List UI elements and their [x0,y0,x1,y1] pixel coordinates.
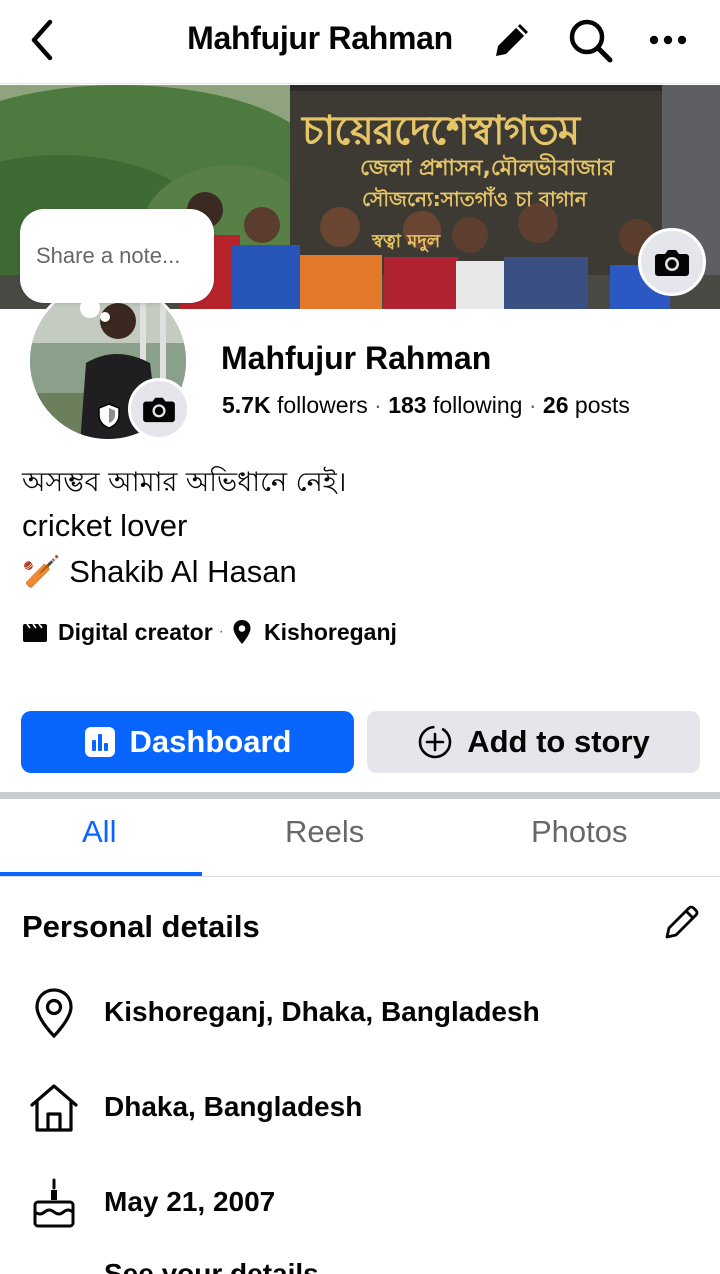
profile-stats: 5.7K followers · 183 following · 26 post… [222,392,630,419]
stats-separator: · [374,392,382,418]
dashboard-button[interactable]: Dashboard [21,711,354,773]
detail-text: May 21, 2007 [104,1186,276,1217]
tab-all[interactable]: All [82,814,116,850]
stats-separator: · [528,392,537,418]
following-count[interactable]: 183 [388,392,426,418]
bio-line-text: Shakib Al Hasan [69,554,297,589]
cover-sign-text: সৌজন্যে:সাতগাঁও চা বাগান [362,187,587,211]
detail-text: Kishoreganj, Dhaka, Bangladesh [104,996,540,1027]
posts-label: posts [574,392,630,418]
home-icon [26,1081,82,1135]
location-pin-icon [26,986,82,1040]
tab-photos[interactable]: Photos [531,814,628,850]
detail-text: Dhaka, Bangladesh [104,1091,363,1122]
profile-lock-shield-icon [96,402,122,430]
share-note-bubble[interactable]: Share a note... [20,209,214,303]
bio-line: cricket lover [22,508,188,543]
page-title: Mahfujur Rahman [187,20,453,56]
creator-category-icon [22,621,48,643]
top-bar: Mahfujur Rahman [0,0,720,84]
edit-details-pencil-icon[interactable] [660,900,704,944]
cover-sign-text: স্বত্বা মদুল [372,231,441,252]
cricket-bat-icon: 🏏 [22,554,61,589]
dashboard-icon [84,726,116,758]
section-divider [0,792,720,799]
followers-count[interactable]: 5.7K [222,392,271,418]
more-icon[interactable] [642,14,694,66]
detail-row-current-city: Kishoreganj, Dhaka, Bangladesh [0,982,720,1042]
add-story-icon [417,724,453,760]
see-details-link[interactable]: See your details [104,1258,319,1274]
tab-reels[interactable]: Reels [285,814,364,850]
pencil-icon[interactable] [486,14,538,66]
cover-sign-text: জেলা প্রশাসন,মৌলভীবাজার [360,156,615,181]
creator-category: Digital creator [58,618,213,645]
profile-name: Mahfujur Rahman [221,340,492,376]
add-to-story-label: Add to story [467,724,650,759]
note-placeholder: Share a note... [36,243,181,268]
bio-line: 🏏 Shakib Al Hasan [22,553,297,590]
detail-row-hometown: Dhaka, Bangladesh [0,1077,720,1137]
dashboard-label: Dashboard [129,724,292,759]
location-pin-icon [232,619,252,645]
note-bubble-tail [80,298,100,318]
avatar-camera-icon[interactable] [128,378,190,440]
detail-row-birthday: May 21, 2007 [0,1172,720,1232]
meta-separator: · [218,623,224,640]
search-icon[interactable] [564,14,616,66]
following-label[interactable]: following [433,392,523,418]
add-to-story-button[interactable]: Add to story [367,711,700,773]
followers-label[interactable]: followers [277,392,368,418]
birthday-cake-icon [26,1176,82,1230]
cover-camera-icon[interactable] [638,228,706,296]
back-arrow-icon[interactable] [22,16,66,64]
bio-line: অসম্ভব আমার অভিধানে নেই। [22,467,347,498]
profile-meta: Digital creator · Kishoreganj [22,615,397,649]
meta-location: Kishoreganj [263,618,397,645]
tabs-divider [0,876,720,877]
note-bubble-tail [100,312,110,322]
personal-details-title: Personal details [22,909,260,944]
posts-count: 26 [542,392,569,418]
